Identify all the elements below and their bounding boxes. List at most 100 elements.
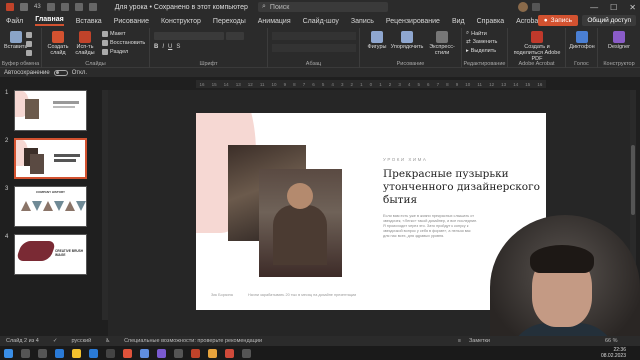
explorer-icon[interactable] xyxy=(208,348,217,358)
tab-11[interactable]: Справка xyxy=(477,18,504,25)
designer-button[interactable]: Designer xyxy=(602,31,636,50)
share-button[interactable]: Общий доступ xyxy=(582,15,636,26)
cut-icon[interactable] xyxy=(26,32,32,38)
find-label: Найти xyxy=(471,30,487,37)
system-clock[interactable]: 22:36 08.02.2023 xyxy=(601,346,626,360)
align-buttons[interactable] xyxy=(272,44,356,52)
thumb-title-line xyxy=(54,154,80,157)
list-buttons[interactable] xyxy=(272,32,356,40)
portrait-photo[interactable] xyxy=(259,169,342,277)
dictate-button[interactable]: Диктофон xyxy=(568,31,596,50)
bold-button[interactable]: B xyxy=(154,44,158,52)
replace-button[interactable]: ⇄ Заменить xyxy=(466,39,497,45)
taskbar-app-icon[interactable] xyxy=(242,348,251,358)
drawing-group: Фигуры Упорядочить Экспресс-стили Рисова… xyxy=(360,28,462,68)
slide-eyebrow[interactable]: УРОКИ ХИМА xyxy=(383,157,427,162)
tab-3[interactable]: Рисование xyxy=(114,18,149,25)
paste-button[interactable]: Вставить xyxy=(4,31,27,50)
tab-5[interactable]: Переходы xyxy=(213,18,246,25)
powerpoint-taskbar-icon[interactable] xyxy=(191,348,200,358)
slide-author[interactable]: Зик Борзина xyxy=(211,293,233,297)
notes-button[interactable]: Заметки xyxy=(469,338,490,344)
save-icon[interactable] xyxy=(46,3,55,11)
quick-styles-button[interactable]: Экспресс-стили xyxy=(426,31,458,56)
arrange-button[interactable]: Упорядочить xyxy=(390,31,424,50)
minimize-button[interactable]: — xyxy=(590,3,598,12)
redo-icon[interactable] xyxy=(74,3,83,11)
tab-9[interactable]: Рецензирование xyxy=(386,18,440,25)
customize-qat-icon[interactable] xyxy=(88,3,97,11)
spellcheck-icon[interactable]: ✓ xyxy=(53,338,58,344)
notion-icon[interactable] xyxy=(106,348,115,358)
slide-footer[interactable]: Начни зарабатывать 20 тыс в месяц на диз… xyxy=(248,293,356,297)
accessibility-status[interactable]: Специальные возможности: проверьте реком… xyxy=(124,338,262,344)
person-head xyxy=(287,183,313,209)
search-taskbar-icon[interactable] xyxy=(21,348,30,358)
tab-2[interactable]: Вставка xyxy=(76,18,102,25)
taskbar-app-icon[interactable] xyxy=(174,348,183,358)
reuse-slides-button[interactable]: Исп-ть слайды xyxy=(72,31,98,56)
user-badge[interactable] xyxy=(518,2,540,12)
task-view-icon[interactable] xyxy=(38,348,47,358)
record-label: Запись xyxy=(550,17,572,24)
ruler-tick: 13 xyxy=(501,81,507,87)
chrome-icon[interactable] xyxy=(72,348,81,358)
section-button[interactable]: Раздел xyxy=(102,49,128,55)
slide-thumbnail-4[interactable]: CREATIVE BRUSH IMAGE xyxy=(14,234,87,275)
reset-button[interactable]: Восстановить xyxy=(102,40,145,46)
layout-button[interactable]: Макет xyxy=(102,31,126,37)
slide-thumbnail-1[interactable] xyxy=(14,90,87,131)
tab-6[interactable]: Анимация xyxy=(258,18,291,25)
create-pdf-button[interactable]: Создать и поделиться Adobe PDF xyxy=(510,31,564,62)
shapes-button[interactable]: Фигуры xyxy=(366,31,388,50)
autosave-icon[interactable] xyxy=(20,3,28,11)
ruler-tick: 16 xyxy=(537,81,543,87)
ruler-tick: 15 xyxy=(211,81,217,87)
slide-body-text[interactable]: Если вам есть уже в жизни прекрасных слы… xyxy=(383,214,478,239)
font-format-buttons[interactable]: B I U S xyxy=(154,44,262,52)
autosave-toggle[interactable] xyxy=(53,69,68,76)
tab-1[interactable]: Главная xyxy=(35,16,64,26)
font-size-select[interactable] xyxy=(226,32,244,40)
ruler-tick: 11 xyxy=(477,81,483,87)
tab-7[interactable]: Слайд-шоу xyxy=(303,18,339,25)
tab-12[interactable]: Acrobat xyxy=(516,18,540,25)
recorder-icon[interactable] xyxy=(225,348,234,358)
search-input[interactable]: ⌕ Поиск xyxy=(258,2,388,12)
windows-start-icon[interactable] xyxy=(4,348,13,358)
shapes-icon xyxy=(371,31,383,43)
font-family-select[interactable] xyxy=(154,32,224,40)
slide-title[interactable]: Прекрасные пузырьки утонченного дизайнер… xyxy=(383,168,543,207)
italic-button[interactable]: I xyxy=(162,44,164,52)
ruler-tick: 0 xyxy=(369,81,373,87)
copy-icon[interactable] xyxy=(26,41,32,47)
taskbar-app-icon[interactable] xyxy=(55,348,64,358)
slide-thumbnail-2[interactable] xyxy=(14,138,87,179)
strike-button[interactable]: S xyxy=(176,44,180,52)
find-button[interactable]: ⌕ Найти xyxy=(466,30,487,37)
maximize-button[interactable]: ☐ xyxy=(610,3,617,12)
tab-4[interactable]: Конструктор xyxy=(161,18,201,25)
tab-8[interactable]: Запись xyxy=(351,18,374,25)
close-button[interactable]: ✕ xyxy=(629,3,636,12)
zoom-level[interactable]: 66 % xyxy=(605,336,618,346)
photos-icon[interactable] xyxy=(123,348,132,358)
underline-button[interactable]: U xyxy=(168,44,172,52)
tab-0[interactable]: Файл xyxy=(6,18,23,25)
teams-icon[interactable] xyxy=(140,348,149,358)
discord-icon[interactable] xyxy=(157,348,166,358)
new-slide-button[interactable]: Создать слайд xyxy=(46,31,70,56)
scrollbar-thumb[interactable] xyxy=(631,145,635,215)
format-painter-icon[interactable] xyxy=(26,50,32,56)
ruler-tick: 9 xyxy=(283,81,287,87)
avatar[interactable] xyxy=(518,2,528,12)
paragraph-group: Абзац xyxy=(268,28,360,68)
record-button[interactable]: ● Запись xyxy=(537,15,578,26)
telegram-icon[interactable] xyxy=(89,348,98,358)
pen-icon[interactable] xyxy=(532,3,540,11)
slide-thumbnail-3[interactable]: COMPANY HISTORY xyxy=(14,186,87,227)
language-indicator[interactable]: русский xyxy=(71,338,91,344)
undo-icon[interactable] xyxy=(60,3,69,11)
tab-10[interactable]: Вид xyxy=(452,18,465,25)
select-button[interactable]: ▸ Выделить xyxy=(466,48,496,54)
